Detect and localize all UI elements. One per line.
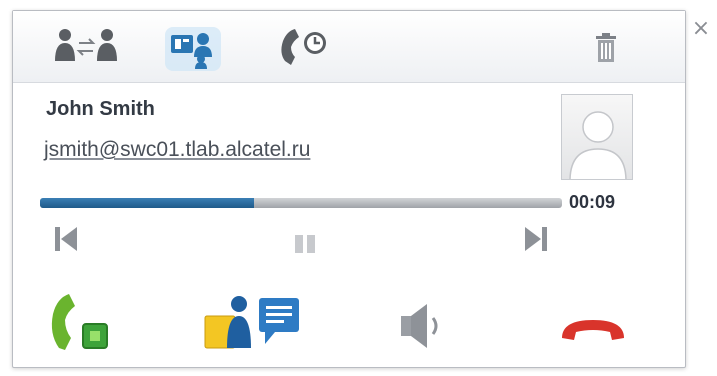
elapsed-time: 00:09 (569, 192, 616, 212)
delete-button[interactable] (591, 25, 621, 69)
close-button[interactable]: × (690, 18, 712, 42)
skip-back-button[interactable] (51, 223, 81, 255)
contact-im-button[interactable] (203, 286, 303, 358)
progress-fill (40, 198, 255, 208)
speaker-icon (401, 304, 438, 348)
contact-name: John Smith (46, 98, 155, 120)
contact-email-link[interactable]: jsmith@swc01.tlab.alcatel.ru (44, 138, 310, 162)
pause-button[interactable] (290, 229, 322, 257)
hang-up-button[interactable] (558, 286, 628, 358)
skip-forward-button[interactable] (521, 223, 551, 255)
trash-icon (596, 33, 616, 62)
skip-back-icon (55, 227, 77, 251)
call-history-icon (281, 29, 326, 65)
call-panel: John Smith jsmith@swc01.tlab.alcatel.ru … (12, 10, 686, 368)
avatar (561, 94, 633, 180)
answer-call-button[interactable] (43, 286, 113, 358)
history-button[interactable] (275, 25, 335, 69)
pause-icon (295, 235, 315, 253)
contact-chat-icon (204, 296, 299, 349)
person-silhouette-icon (569, 111, 627, 179)
call-toolbar (13, 11, 685, 83)
transfer-button[interactable] (51, 25, 123, 69)
speaker-button[interactable] (397, 286, 447, 358)
conference-button[interactable] (163, 25, 223, 71)
playback-progress-bar[interactable] (40, 198, 562, 208)
answer-phone-icon (51, 294, 108, 350)
hang-up-icon (562, 320, 624, 340)
contact-card-icon (165, 27, 221, 71)
skip-forward-icon (525, 227, 547, 251)
transfer-users-icon (55, 29, 117, 61)
